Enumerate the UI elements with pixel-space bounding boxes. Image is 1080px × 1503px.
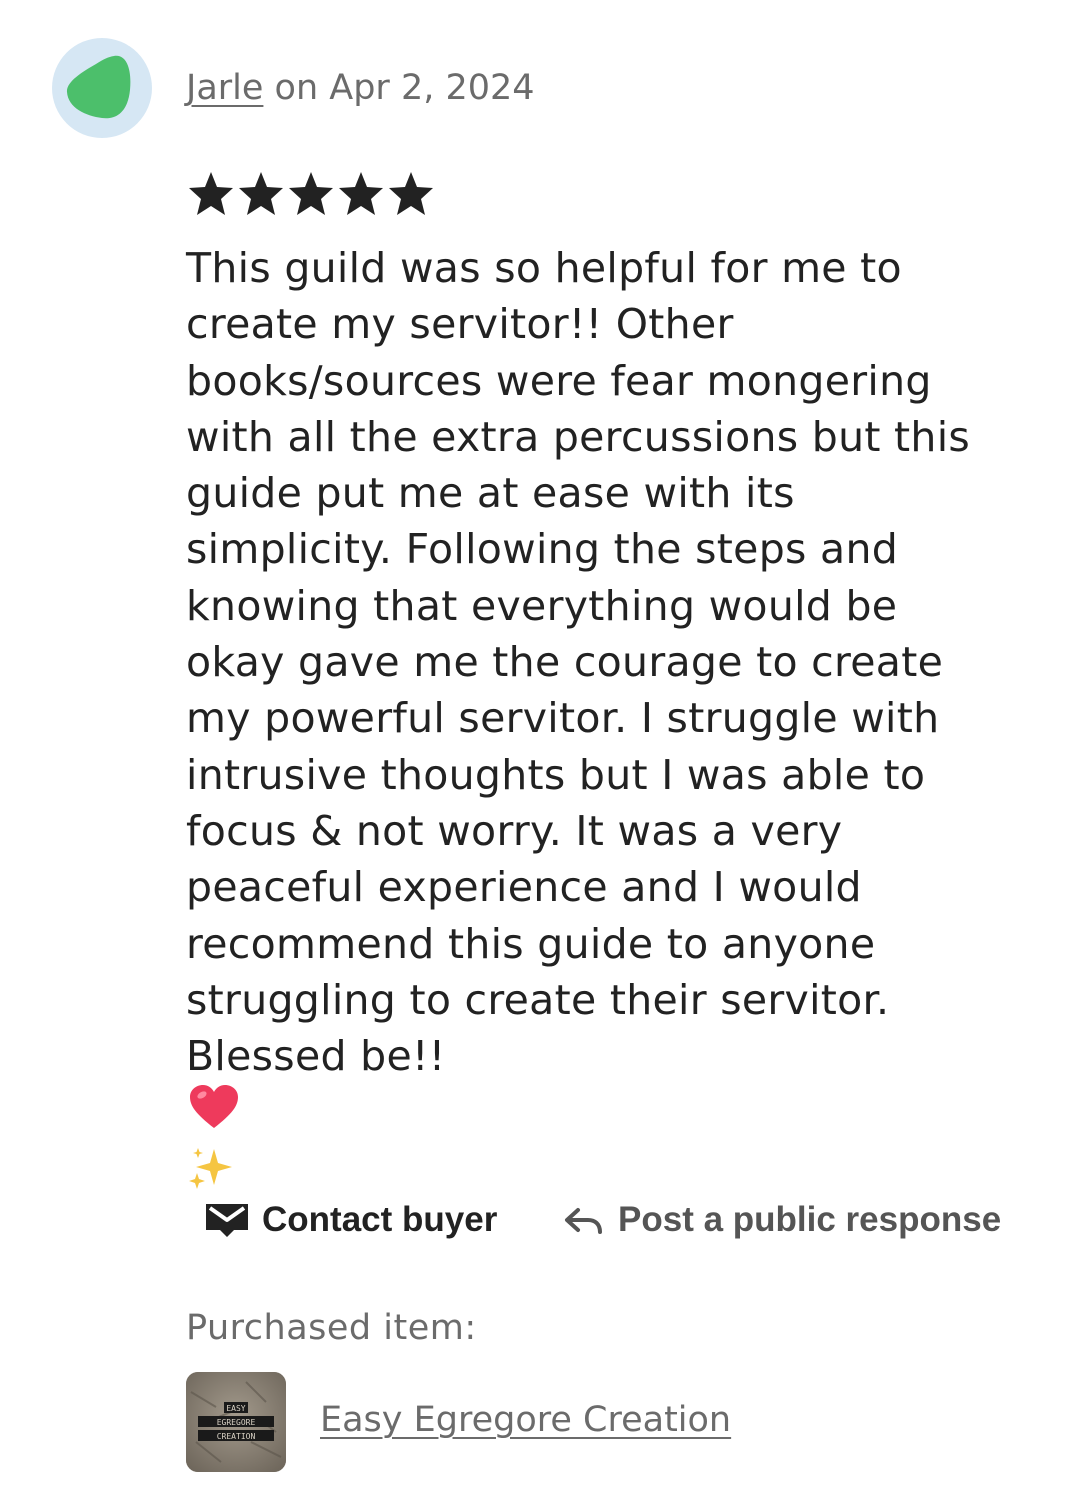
review-byline: Jarle on Apr 2, 2024 xyxy=(186,64,535,112)
review-line: with all the extra percussions but this xyxy=(186,412,971,461)
heart-emoji xyxy=(188,1084,1046,1144)
thumbnail-text: EGREGORE xyxy=(217,1418,256,1427)
thumbnail-text: CREATION xyxy=(217,1432,256,1441)
reviewer-name-link[interactable]: Jarle xyxy=(186,68,263,108)
review-line: struggling to create their servitor. xyxy=(186,975,890,1024)
review-line: my powerful servitor. I struggle with xyxy=(186,694,940,743)
review-date: on Apr 2, 2024 xyxy=(263,68,535,108)
star-icon xyxy=(389,172,433,215)
post-public-response-button[interactable]: Post a public response xyxy=(562,1192,1001,1248)
reviewer-avatar[interactable] xyxy=(52,38,152,138)
mail-icon xyxy=(206,1204,248,1237)
post-public-response-label: Post a public response xyxy=(618,1200,1002,1239)
review-line: This guild was so helpful for me to xyxy=(186,244,902,292)
contact-buyer-label: Contact buyer xyxy=(262,1200,498,1239)
thumbnail-text: EASY xyxy=(226,1404,245,1413)
review-line: simplicity. Following the steps and xyxy=(186,525,899,574)
review-line: peaceful experience and I would xyxy=(186,863,862,912)
review-line: intrusive thoughts but I was able to xyxy=(186,750,926,799)
review-actions: Contact buyer Post a public response xyxy=(0,1192,1080,1248)
review-body: This guild was so helpful for me to crea… xyxy=(186,240,1046,1205)
review-line: Blessed be!! xyxy=(186,1032,446,1081)
review-line: focus & not worry. It was a very xyxy=(186,806,843,855)
contact-buyer-button[interactable]: Contact buyer xyxy=(204,1192,497,1248)
review-line: guide put me at ease with its xyxy=(186,469,795,518)
star-icon xyxy=(189,172,233,215)
star-rating xyxy=(186,166,436,222)
review-line: knowing that everything would be xyxy=(186,581,898,630)
review-line: recommend this guide to anyone xyxy=(186,919,876,968)
star-icon xyxy=(289,172,333,215)
purchased-item-link[interactable]: Easy Egregore Creation xyxy=(320,1396,731,1444)
purchased-item-label: Purchased item: xyxy=(186,1308,477,1348)
review-card: Jarle on Apr 2, 2024 This guild was so h… xyxy=(0,0,1080,1503)
purchased-item-thumbnail[interactable]: EASY EGREGORE CREATION xyxy=(186,1372,286,1472)
avatar-leaf-icon xyxy=(66,55,131,119)
review-line: create my servitor!! Other xyxy=(186,300,734,349)
star-icon xyxy=(239,172,283,215)
star-icon xyxy=(339,172,383,215)
review-line: books/sources were fear mongering xyxy=(186,356,932,405)
review-line: okay gave me the courage to create xyxy=(186,638,944,687)
reply-arrow-icon xyxy=(565,1208,602,1234)
review-last-line: Blessed be!! xyxy=(186,1028,1046,1205)
